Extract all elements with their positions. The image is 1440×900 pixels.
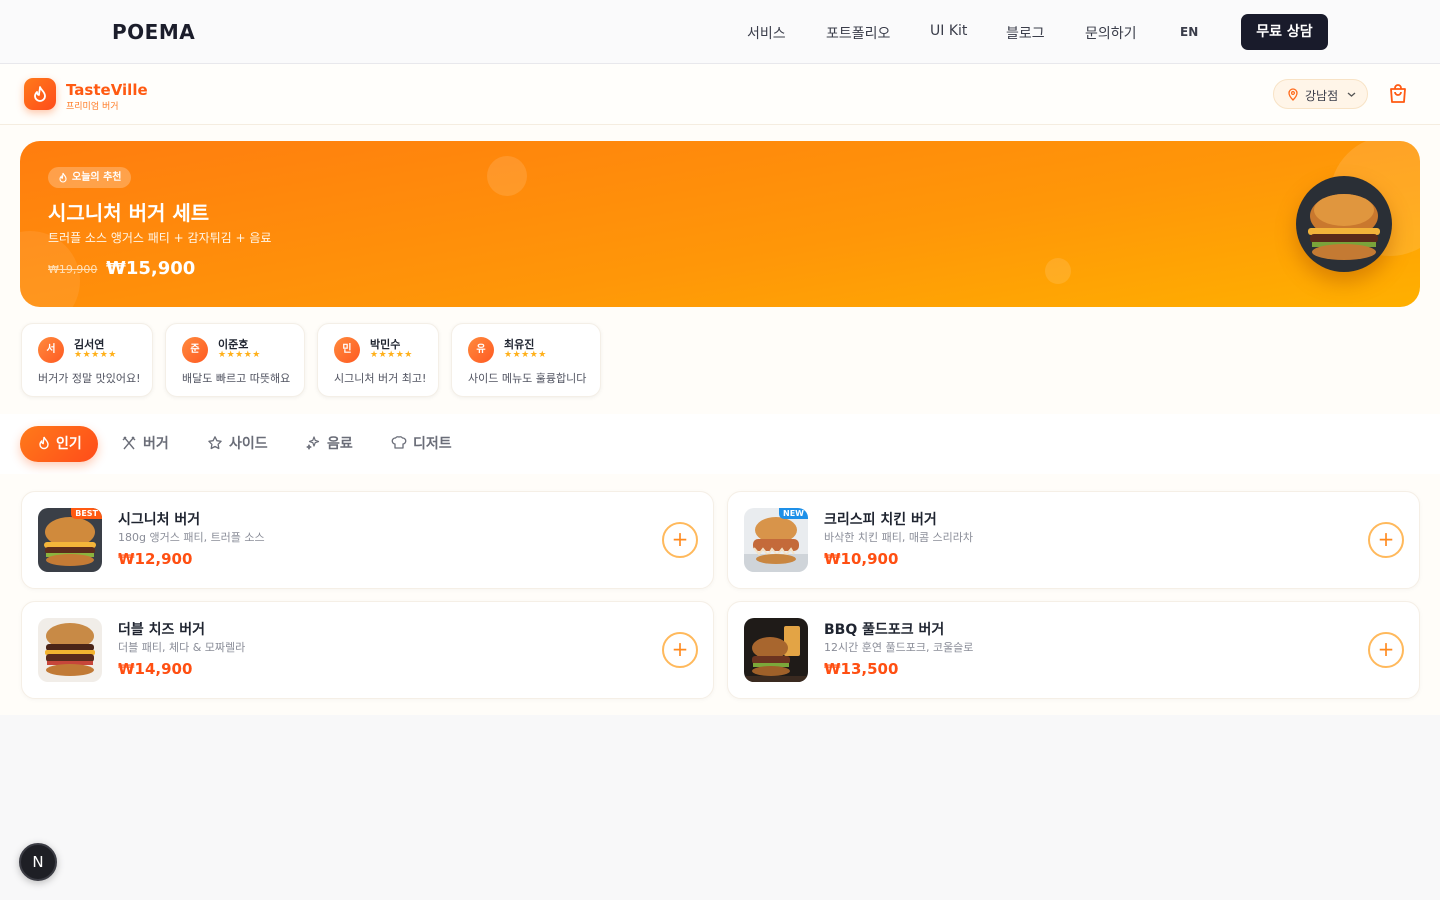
star-rating: ★★★★★ — [218, 350, 261, 360]
menu-item-price: ₩13,500 — [824, 660, 899, 678]
star-rating: ★★★★★ — [370, 350, 413, 360]
review-card: 유 최유진 ★★★★★ 사이드 메뉴도 훌륭합니다 — [451, 323, 601, 397]
tab-label: 디저트 — [413, 436, 452, 452]
menu-item-description: 180g 앵거스 패티, 트러플 소스 — [118, 531, 265, 544]
menu-item-description: 바삭한 치킨 패티, 매콤 스리라차 — [824, 531, 974, 544]
menu-item-image — [744, 618, 808, 682]
decor-circle — [487, 156, 527, 196]
tab-side[interactable]: 사이드 — [207, 426, 268, 462]
nav-link-ui-kit[interactable]: UI Kit — [930, 23, 967, 39]
menu-item-image: NEW — [744, 508, 808, 572]
framework-badge-button[interactable]: N — [19, 843, 57, 881]
avatar: 민 — [334, 337, 360, 363]
hero-sale-price: ₩15,900 — [106, 258, 196, 279]
add-to-cart-button[interactable]: + — [1368, 522, 1404, 558]
chevron-down-icon — [1347, 92, 1356, 97]
decor-circle — [1045, 258, 1071, 284]
best-tag: BEST — [71, 508, 102, 519]
nav-link-services[interactable]: 서비스 — [747, 23, 786, 43]
avatar: 준 — [182, 337, 208, 363]
menu-card[interactable]: 더블 치즈 버거 더블 패티, 체다 & 모짜렐라 ₩14,900 + — [21, 601, 714, 699]
free-consult-button[interactable]: 무료 상담 — [1241, 14, 1328, 50]
tab-label: 음료 — [327, 436, 353, 452]
tab-popular[interactable]: 인기 — [20, 426, 98, 462]
chef-hat-icon — [391, 436, 407, 449]
avatar: 유 — [468, 337, 494, 363]
branch-selector[interactable]: 강남점 — [1273, 79, 1368, 109]
flame-logo-icon — [24, 78, 56, 110]
star-rating: ★★★★★ — [74, 350, 117, 360]
utensils-icon — [122, 436, 136, 450]
tab-burger[interactable]: 버거 — [121, 426, 169, 462]
tab-label: 버거 — [143, 436, 169, 452]
menu-item-name: 시그니처 버거 — [118, 512, 201, 528]
review-card: 민 박민수 ★★★★★ 시그니처 버거 최고! — [317, 323, 439, 397]
language-toggle[interactable]: EN — [1180, 25, 1198, 39]
review-text: 버거가 정말 맛있어요! — [38, 372, 141, 385]
nav-link-blog[interactable]: 블로그 — [1006, 23, 1045, 43]
menu-item-price: ₩14,900 — [118, 660, 193, 678]
hero-promo-banner[interactable]: 오늘의 추천 시그니처 버거 세트 트러플 소스 앵거스 패티 + 감자튀김 +… — [20, 141, 1420, 307]
location-pin-icon — [1288, 88, 1298, 101]
branch-label: 강남점 — [1305, 89, 1339, 103]
tab-drinks[interactable]: 음료 — [305, 426, 353, 462]
app-name[interactable]: TasteVille — [66, 81, 148, 99]
menu-item-image — [38, 618, 102, 682]
menu-card[interactable]: NEW 크리스피 치킨 버거 바삭한 치킨 패티, 매콤 스리라차 ₩10,90… — [727, 491, 1420, 589]
tab-label: 인기 — [56, 436, 82, 452]
flame-icon — [59, 172, 67, 183]
shopping-bag-icon[interactable] — [1386, 82, 1410, 106]
app-subtitle: 프리미엄 버거 — [66, 102, 119, 112]
recommend-badge: 오늘의 추천 — [48, 167, 132, 188]
menu-item-image: BEST — [38, 508, 102, 572]
new-tag: NEW — [779, 508, 808, 519]
review-text: 배달도 빠르고 따뜻해요 — [182, 372, 291, 385]
star-icon — [208, 436, 222, 450]
menu-card[interactable]: BEST 시그니처 버거 180g 앵거스 패티, 트러플 소스 ₩12,900… — [21, 491, 714, 589]
flame-icon — [39, 436, 49, 450]
hero-burger-image — [1296, 176, 1392, 272]
site-logo[interactable]: POEMA — [112, 20, 195, 44]
menu-item-name: 더블 치즈 버거 — [118, 622, 206, 638]
avatar: 서 — [38, 337, 64, 363]
app-header: TasteVille 프리미엄 버거 강남점 — [0, 64, 1440, 125]
add-to-cart-button[interactable]: + — [1368, 632, 1404, 668]
tab-dessert[interactable]: 디저트 — [391, 426, 452, 462]
menu-item-name: BBQ 풀드포크 버거 — [824, 622, 945, 638]
hero-original-price: ₩19,900 — [48, 263, 98, 276]
review-card: 준 이준호 ★★★★★ 배달도 빠르고 따뜻해요 — [165, 323, 305, 397]
star-rating: ★★★★★ — [504, 350, 547, 360]
menu-grid: BEST 시그니처 버거 180g 앵거스 패티, 트러플 소스 ₩12,900… — [0, 474, 1440, 715]
menu-item-price: ₩12,900 — [118, 550, 193, 568]
app-preview: TasteVille 프리미엄 버거 강남점 오늘의 추천 시그니처 버거 세트… — [0, 64, 1440, 715]
menu-item-price: ₩10,900 — [824, 550, 899, 568]
hero-title: 시그니처 버거 세트 — [48, 201, 210, 225]
review-text: 시그니처 버거 최고! — [334, 372, 427, 385]
add-to-cart-button[interactable]: + — [662, 632, 698, 668]
add-to-cart-button[interactable]: + — [662, 522, 698, 558]
menu-item-description: 12시간 훈연 풀드포크, 코울슬로 — [824, 641, 974, 654]
review-card: 서 김서연 ★★★★★ 버거가 정말 맛있어요! — [21, 323, 153, 397]
sparkles-icon — [306, 436, 320, 450]
site-header: POEMA 서비스 포트폴리오 UI Kit 블로그 문의하기 EN 무료 상담 — [0, 0, 1440, 64]
review-text: 사이드 메뉴도 훌륭합니다 — [468, 372, 587, 385]
category-tabs: 인기 버거 사이드 음료 디저트 — [0, 414, 1440, 474]
tab-label: 사이드 — [229, 436, 268, 452]
menu-card[interactable]: BBQ 풀드포크 버거 12시간 훈연 풀드포크, 코울슬로 ₩13,500 + — [727, 601, 1420, 699]
menu-item-name: 크리스피 치킨 버거 — [824, 512, 937, 528]
hero-description: 트러플 소스 앵거스 패티 + 감자튀김 + 음료 — [48, 231, 272, 245]
nav-link-portfolio[interactable]: 포트폴리오 — [826, 23, 890, 43]
recommend-badge-label: 오늘의 추천 — [72, 172, 122, 183]
nav-link-contact[interactable]: 문의하기 — [1085, 23, 1137, 43]
menu-item-description: 더블 패티, 체다 & 모짜렐라 — [118, 641, 246, 654]
